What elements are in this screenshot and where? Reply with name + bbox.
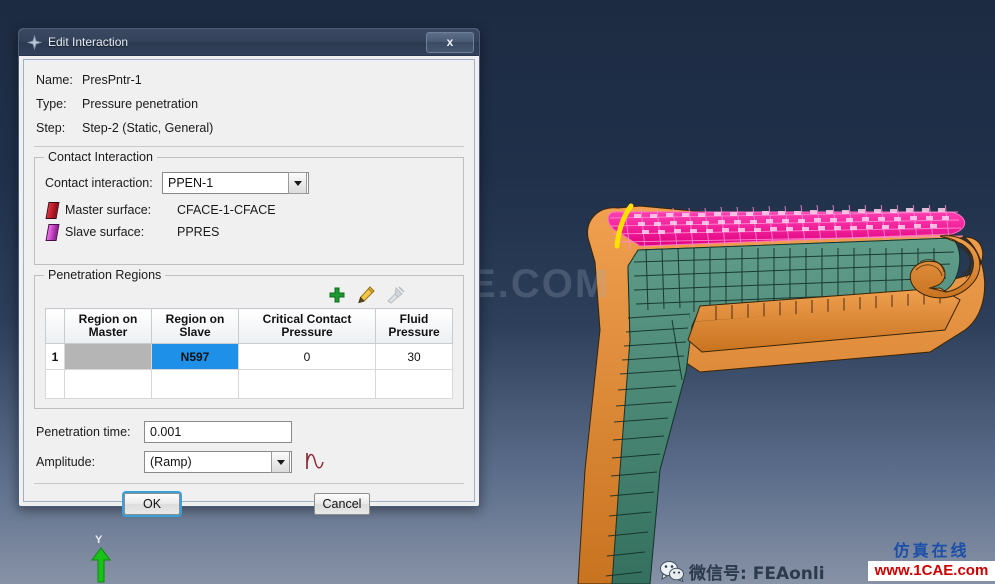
penetration-time-input[interactable]: 0.001 bbox=[144, 421, 292, 443]
col-region-on-slave: Region on Slave bbox=[151, 308, 239, 344]
col-fluid-pressure: Fluid Pressure bbox=[375, 308, 453, 344]
master-surface-value: CFACE-1-CFACE bbox=[177, 203, 276, 217]
row-index: 1 bbox=[45, 343, 65, 370]
amplitude-row: Amplitude: (Ramp) bbox=[36, 449, 462, 475]
cell-region-on-master[interactable] bbox=[64, 343, 152, 370]
cell-critical-contact-pressure[interactable]: 0 bbox=[238, 343, 376, 370]
dialog-body: Name: PresPntr-1 Type: Pressure penetrat… bbox=[23, 59, 475, 517]
amplitude-curve-icon[interactable] bbox=[304, 451, 326, 473]
amplitude-value: (Ramp) bbox=[150, 455, 192, 469]
type-label: Type: bbox=[36, 97, 67, 111]
penetration-regions-title: Penetration Regions bbox=[44, 268, 166, 282]
delete-row-icon[interactable] bbox=[385, 285, 405, 305]
step-row: Step: Step-2 (Static, General) bbox=[36, 116, 462, 140]
interaction-info: Name: PresPntr-1 Type: Pressure penetrat… bbox=[24, 60, 474, 144]
interaction-icon bbox=[26, 34, 43, 50]
slave-surface-label: Slave surface: bbox=[65, 225, 145, 239]
info-divider bbox=[34, 146, 464, 147]
blank-row-index bbox=[45, 369, 65, 399]
chevron-down-icon[interactable] bbox=[271, 451, 290, 473]
amplitude-label: Amplitude: bbox=[36, 455, 96, 469]
step-value: Step-2 (Static, General) bbox=[82, 121, 214, 135]
name-label: Name: bbox=[36, 73, 73, 87]
close-icon[interactable]: x bbox=[426, 31, 474, 53]
mesh-teal-body bbox=[605, 237, 961, 584]
blank-cell-3[interactable] bbox=[238, 369, 376, 399]
blank-cell-2[interactable] bbox=[151, 369, 239, 399]
chevron-down-icon[interactable] bbox=[288, 172, 307, 194]
table-header-row: Region on Master Region on Slave Critica… bbox=[45, 308, 453, 344]
ok-button[interactable]: OK bbox=[122, 491, 182, 517]
axis-y-arrow-icon bbox=[91, 547, 111, 583]
blank-cell-1[interactable] bbox=[64, 369, 152, 399]
slave-surface-color-icon bbox=[45, 223, 60, 241]
amplitude-select[interactable]: (Ramp) bbox=[144, 451, 292, 473]
type-row: Type: Pressure penetration bbox=[36, 92, 462, 116]
penetration-regions-group: Penetration Regions Region on Master Reg… bbox=[34, 268, 464, 409]
blank-cell-4[interactable] bbox=[375, 369, 453, 399]
add-row-icon[interactable] bbox=[327, 285, 347, 305]
col-region-on-master: Region on Master bbox=[64, 308, 152, 344]
table-blank-row[interactable] bbox=[45, 369, 453, 399]
slave-surface-value: PPRES bbox=[177, 225, 220, 239]
master-surface-row: Master surface: CFACE-1-CFACE bbox=[45, 199, 453, 221]
contact-interaction-group: Contact Interaction Contact interaction:… bbox=[34, 150, 464, 265]
step-label: Step: bbox=[36, 121, 66, 135]
penetration-time-label: Penetration time: bbox=[36, 425, 131, 439]
name-row: Name: PresPntr-1 bbox=[36, 68, 462, 92]
type-value: Pressure penetration bbox=[82, 97, 199, 111]
bottom-fields: Penetration time: 0.001 Amplitude: (Ramp… bbox=[24, 409, 474, 475]
name-value: PresPntr-1 bbox=[82, 73, 142, 87]
table-row[interactable]: 1 N597 0 30 bbox=[45, 343, 453, 370]
penetration-regions-table[interactable]: Region on Master Region on Slave Critica… bbox=[45, 308, 453, 399]
edit-row-icon[interactable] bbox=[356, 285, 376, 305]
table-corner-header bbox=[45, 308, 65, 344]
contact-interaction-row: Contact interaction: PPEN-1 bbox=[45, 172, 453, 194]
slave-surface-row: Slave surface: PPRES bbox=[45, 221, 453, 243]
cancel-button[interactable]: Cancel bbox=[314, 493, 370, 515]
master-surface-color-icon bbox=[45, 201, 60, 219]
master-surface-label: Master surface: bbox=[65, 203, 152, 217]
axis-y-label: Y bbox=[95, 534, 103, 546]
penetration-time-row: Penetration time: 0.001 bbox=[36, 419, 462, 445]
dialog-buttons: OK Cancel bbox=[24, 484, 474, 524]
contact-interaction-title: Contact Interaction bbox=[44, 150, 157, 164]
edit-interaction-dialog[interactable]: Edit Interaction x Name: PresPntr-1 Type… bbox=[18, 28, 480, 517]
table-toolbar bbox=[45, 282, 453, 308]
axis-triad: Y bbox=[84, 534, 124, 584]
cell-fluid-pressure[interactable]: 30 bbox=[375, 343, 453, 370]
contact-interaction-value: PPEN-1 bbox=[168, 176, 214, 190]
cell-region-on-slave[interactable]: N597 bbox=[151, 343, 239, 370]
col-critical-contact-pressure: Critical Contact Pressure bbox=[238, 308, 376, 344]
contact-interaction-label: Contact interaction: bbox=[45, 176, 153, 190]
dialog-title: Edit Interaction bbox=[48, 35, 129, 49]
dialog-titlebar[interactable]: Edit Interaction x bbox=[19, 29, 479, 56]
contact-interaction-select[interactable]: PPEN-1 bbox=[162, 172, 309, 194]
